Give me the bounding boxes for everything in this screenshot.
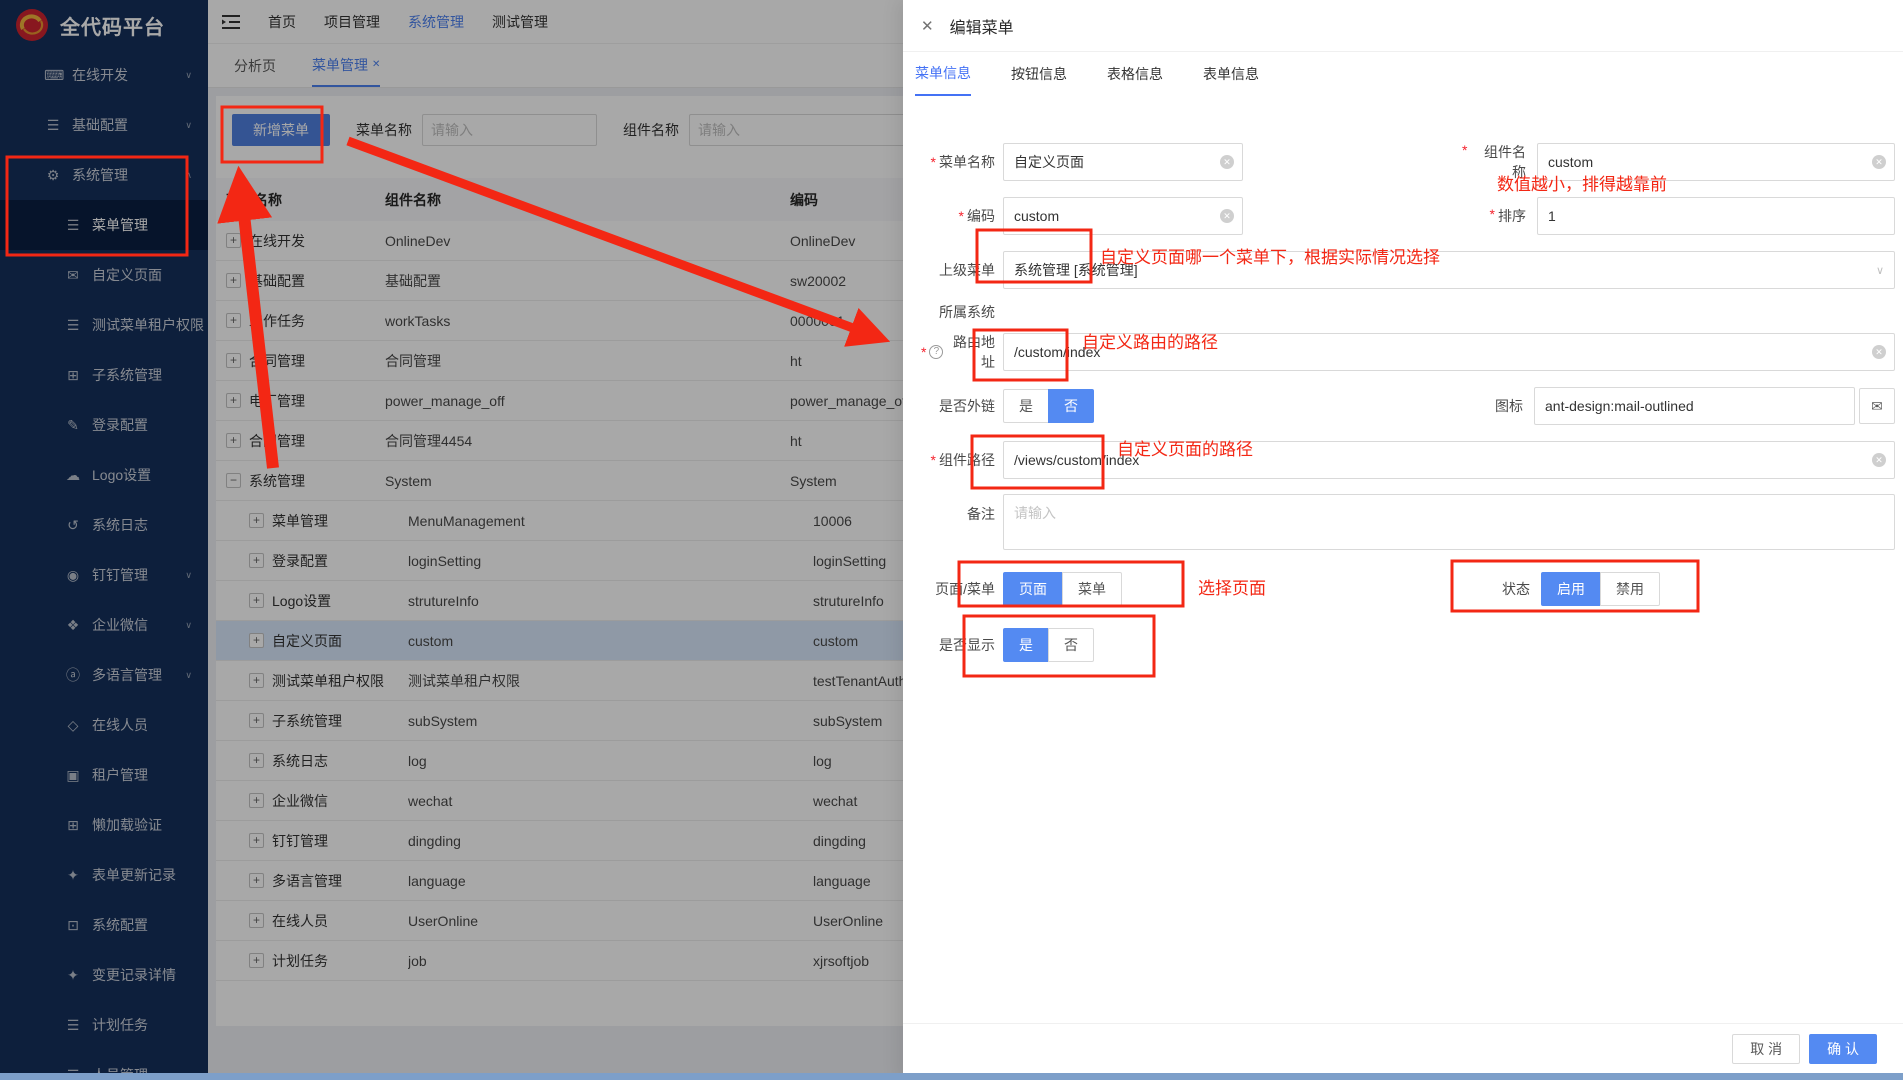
sort-input[interactable]: [1538, 198, 1894, 234]
comp-name-field: ✕: [1537, 143, 1895, 181]
drawer-tab-4[interactable]: 表单信息: [1203, 52, 1259, 96]
menu-name-label: *菜单名称: [921, 152, 995, 172]
segment-option[interactable]: 菜单: [1062, 572, 1122, 606]
edit-menu-drawer: ✕ 编辑菜单 菜单信息按钮信息表格信息表单信息 *菜单名称 ✕ *组件名称 ✕ …: [903, 0, 1903, 1080]
comp-path-label: *组件路径: [921, 450, 995, 470]
drawer-tabs: 菜单信息按钮信息表格信息表单信息: [903, 52, 1903, 96]
row-code: *编码 ✕ *排序: [921, 196, 1895, 236]
row-page-menu: 页面/菜单 页面菜单 状态 启用禁用: [921, 569, 1895, 609]
route-input[interactable]: [1004, 334, 1894, 370]
comp-name-label: *组件名称: [1462, 142, 1526, 182]
remark-textarea[interactable]: [1003, 494, 1895, 550]
code-input[interactable]: [1004, 198, 1242, 234]
drawer-tab-3[interactable]: 表格信息: [1107, 52, 1163, 96]
drawer-tab-1[interactable]: 菜单信息: [915, 52, 971, 96]
clear-icon[interactable]: ✕: [1872, 453, 1886, 467]
drawer-header: ✕ 编辑菜单: [903, 0, 1903, 52]
row-remark: 备注: [921, 494, 1895, 553]
clear-icon[interactable]: ✕: [1220, 155, 1234, 169]
parent-menu-label: 上级菜单: [921, 260, 995, 280]
status-group: 状态 启用禁用: [1466, 572, 1660, 606]
route-label: *?路由地址: [921, 332, 995, 372]
segment-option[interactable]: 是: [1003, 389, 1049, 423]
row-visible: 是否显示 是否: [921, 625, 1895, 665]
status-label: 状态: [1466, 579, 1530, 599]
visible-label: 是否显示: [921, 635, 995, 655]
segment-option[interactable]: 禁用: [1600, 572, 1660, 606]
comp-path-field: ✕: [1003, 441, 1895, 479]
icon-label: 图标: [1459, 396, 1523, 416]
page-menu-toggle: 页面菜单: [1003, 572, 1122, 606]
segment-option[interactable]: 否: [1048, 628, 1094, 662]
help-icon: ?: [929, 345, 943, 359]
external-toggle: 是否: [1003, 389, 1094, 423]
confirm-button[interactable]: 确 认: [1809, 1034, 1877, 1064]
drawer-form: *菜单名称 ✕ *组件名称 ✕ *编码 ✕ *排序: [903, 96, 1903, 1020]
row-system: 所属系统: [921, 300, 1895, 324]
clear-icon[interactable]: ✕: [1872, 345, 1886, 359]
parent-menu-value: 系统管理 [系统管理]: [1014, 260, 1138, 280]
drawer-footer: 取 消 确 认: [903, 1023, 1903, 1073]
sort-group: *排序: [1462, 197, 1895, 235]
external-label: 是否外链: [921, 396, 995, 416]
page-menu-label: 页面/菜单: [921, 579, 995, 599]
icon-field: [1534, 387, 1855, 425]
menu-name-input[interactable]: [1004, 144, 1242, 180]
clear-icon[interactable]: ✕: [1872, 155, 1886, 169]
sort-label: *排序: [1462, 206, 1526, 226]
menu-name-field: ✕: [1003, 143, 1243, 181]
chevron-down-icon: ∨: [1876, 264, 1884, 277]
segment-option[interactable]: 否: [1048, 389, 1094, 423]
cancel-button[interactable]: 取 消: [1732, 1034, 1800, 1064]
code-label: *编码: [921, 206, 995, 226]
row-parent-menu: 上级菜单 系统管理 [系统管理] ∨: [921, 250, 1895, 290]
sort-field: [1537, 197, 1895, 235]
drawer-tab-2[interactable]: 按钮信息: [1011, 52, 1067, 96]
row-external: 是否外链 是否 图标 ✉: [921, 386, 1895, 426]
segment-option[interactable]: 页面: [1003, 572, 1063, 606]
bottom-strip: [0, 1073, 1903, 1080]
segment-option[interactable]: 是: [1003, 628, 1049, 662]
segment-option[interactable]: 启用: [1541, 572, 1601, 606]
drawer-title: 编辑菜单: [950, 14, 1014, 38]
comp-name-input[interactable]: [1538, 144, 1894, 180]
comp-path-input[interactable]: [1004, 442, 1894, 478]
mail-icon[interactable]: ✉: [1859, 388, 1895, 424]
icon-input[interactable]: [1535, 388, 1854, 424]
row-comp-path: *组件路径 ✕: [921, 440, 1895, 480]
visible-toggle: 是否: [1003, 628, 1094, 662]
parent-menu-select[interactable]: 系统管理 [系统管理] ∨: [1003, 251, 1895, 289]
clear-icon[interactable]: ✕: [1220, 209, 1234, 223]
status-toggle: 启用禁用: [1541, 572, 1660, 606]
row-route: *?路由地址 ✕: [921, 332, 1895, 372]
remark-label: 备注: [921, 504, 995, 524]
system-label: 所属系统: [921, 302, 995, 322]
route-field: ✕: [1003, 333, 1895, 371]
code-field: ✕: [1003, 197, 1243, 235]
row-menu-name: *菜单名称 ✕ *组件名称 ✕: [921, 142, 1895, 182]
icon-group: 图标 ✉: [1459, 387, 1895, 425]
comp-name-group: *组件名称 ✕: [1462, 142, 1895, 182]
close-icon[interactable]: ✕: [921, 17, 934, 35]
